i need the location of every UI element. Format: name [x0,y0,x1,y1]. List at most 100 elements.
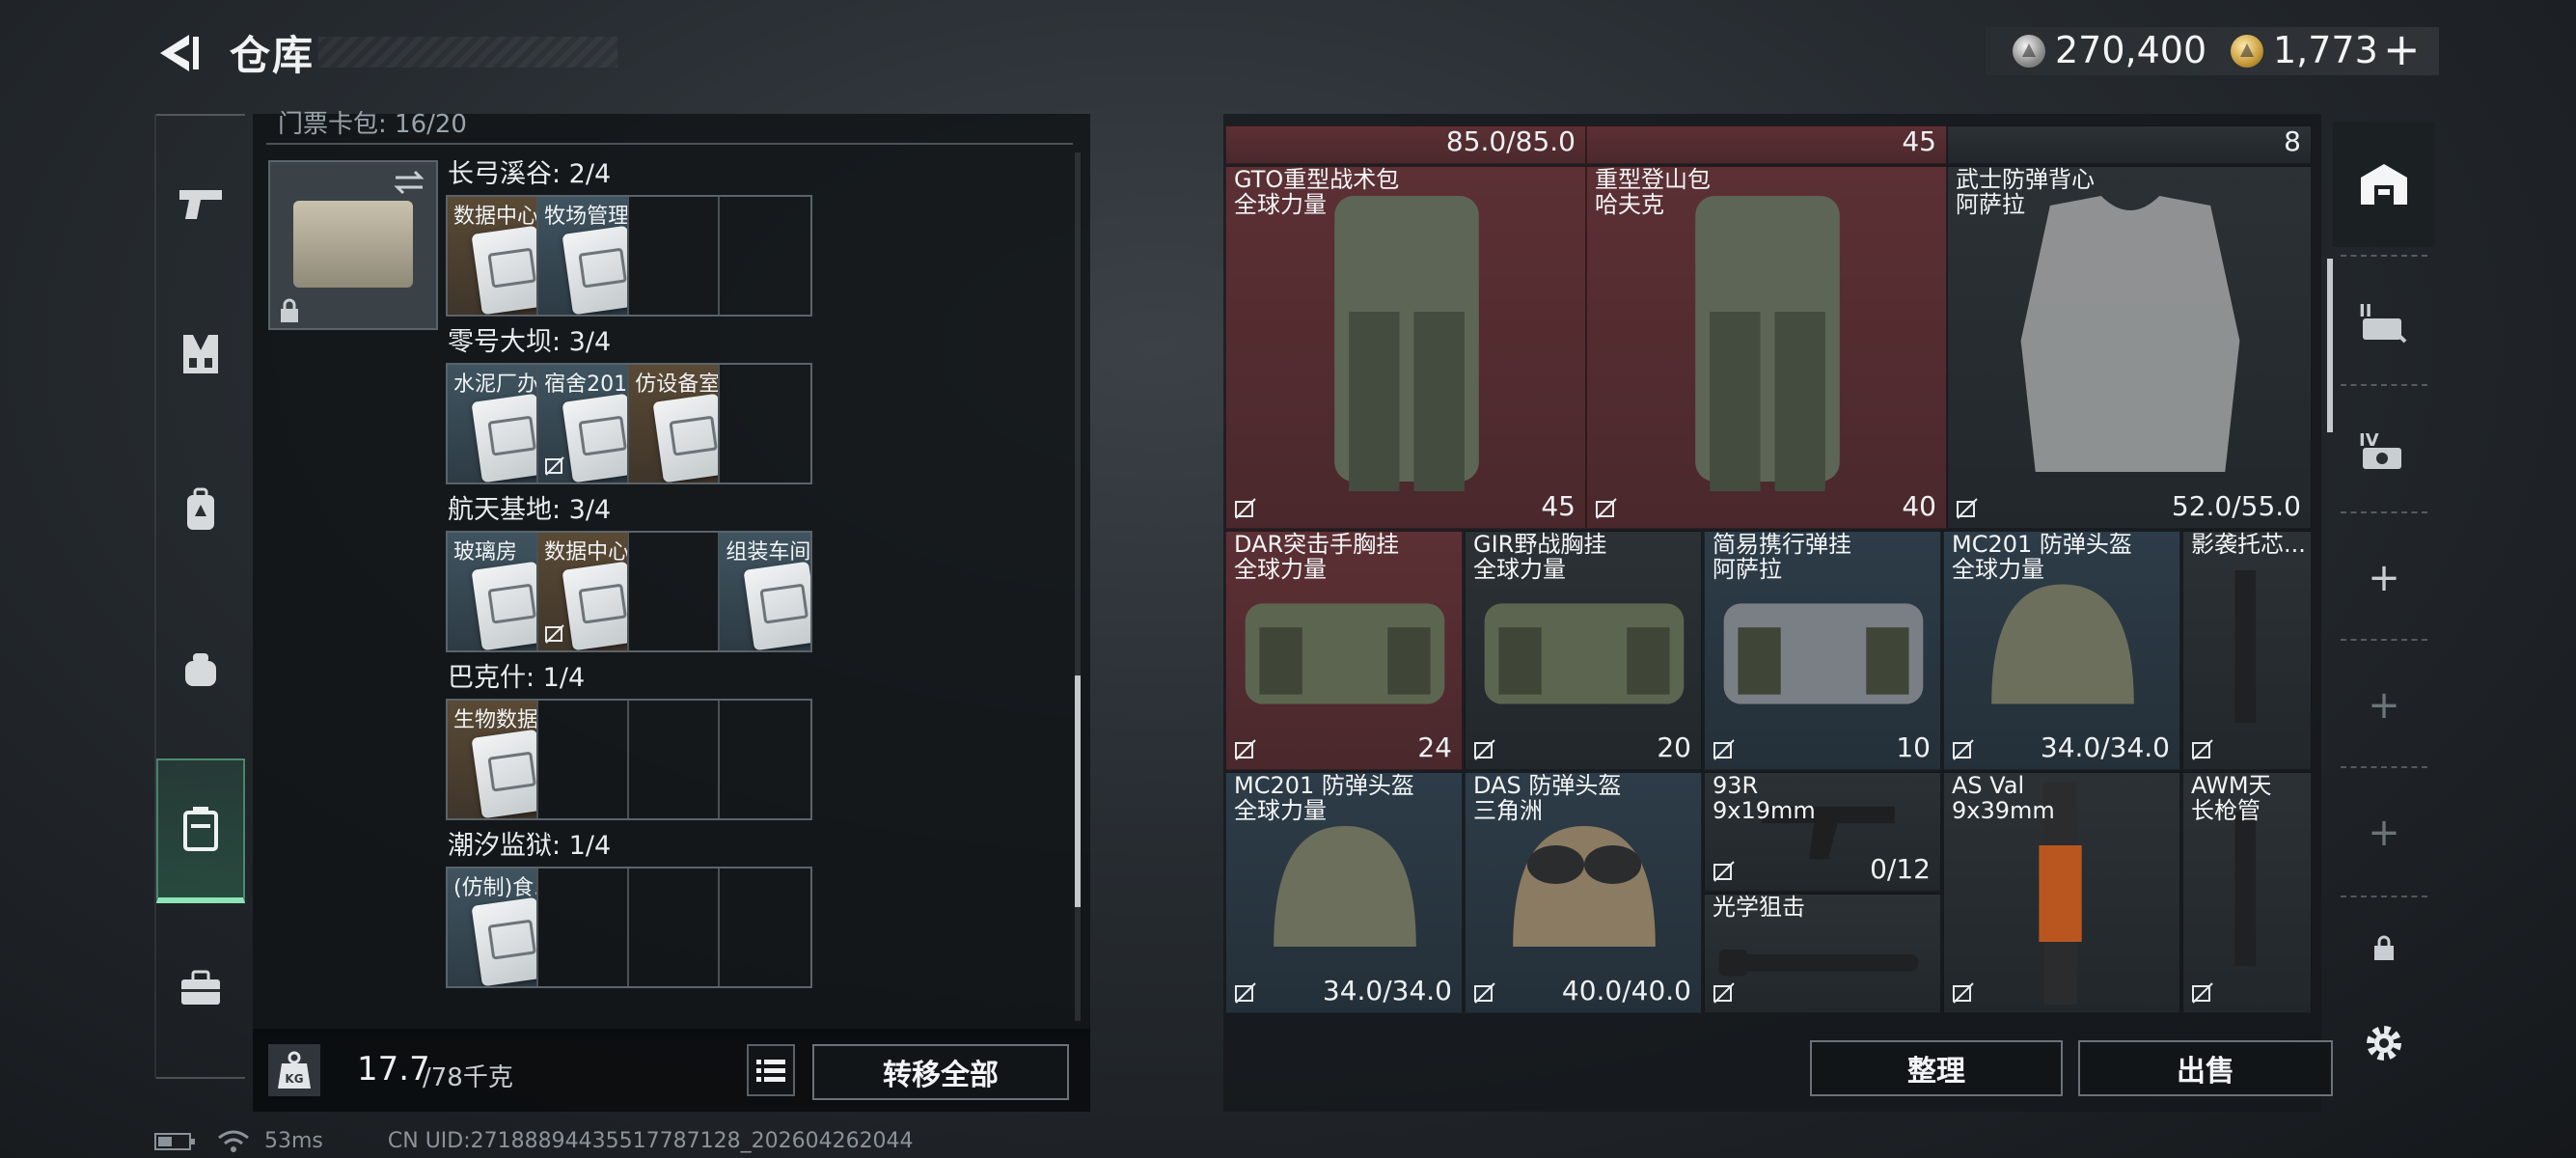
status-bar: 53ms CN UID:27188894435517787128_2026042… [154,1129,914,1153]
keycard-slot[interactable]: 数据中心 [538,533,630,650]
title-decoration [318,37,617,68]
stash-tab-main[interactable] [2333,122,2435,247]
map-group-title: 潮汐监狱: 1/4 [448,831,612,861]
item-title: DAS 防弹头盔 [1473,772,1622,799]
stash-item[interactable]: 8 [1947,125,2312,164]
stash-item[interactable]: AWM天 长枪管 [2182,772,2312,1013]
currency-bar: 270,400 1,773 + [1986,23,2439,75]
battery-icon [154,1133,195,1150]
map-group-title: 航天基地: 3/4 [448,495,612,525]
stash-home-icon [2361,164,2407,205]
keycard-case-container[interactable] [268,160,438,330]
stash-item[interactable]: 武士防弹背心 阿萨拉 52.0/55.0 [1947,166,2312,529]
stash-item[interactable]: GTO重型战术包 全球力量 45 [1225,166,1586,529]
stash-item[interactable]: 85.0/85.0 [1225,125,1586,164]
empty-keycard-slot[interactable] [629,868,721,986]
item-subtitle: 三角洲 [1473,797,1543,824]
locked-stash-tab[interactable] [2333,899,2435,996]
item-subtitle: 全球力量 [1473,556,1566,583]
keycard-slot[interactable]: 生物数据... [448,701,539,818]
back-button[interactable] [154,29,203,77]
item-image [1587,126,1947,164]
scrollbar-thumb[interactable] [1075,676,1081,907]
item-name: 93R 9x19mm [1713,773,1816,823]
nav-backpack[interactable] [156,438,245,583]
stash-item[interactable]: AS Val 9x39mm [1943,772,2180,1013]
item-stat: 40 [1902,490,1936,522]
keycard-slot[interactable]: 数据中心 [448,197,539,315]
keycard-slot[interactable]: 宿舍201 [538,365,630,482]
item-subtitle: 全球力量 [1234,556,1327,583]
keycard-icon [562,561,628,650]
nav-toolbox[interactable] [156,915,245,1060]
item-stat: 52.0/55.0 [2171,490,2301,522]
item-name: DAS 防弹头盔 三角洲 [1473,773,1621,823]
nav-weapons[interactable] [156,131,245,276]
item-stat: 85.0/85.0 [1445,125,1576,157]
toolbox-icon [181,970,220,1005]
empty-keycard-slot[interactable] [720,868,810,986]
item-stat: 24 [1417,731,1452,763]
stash-item[interactable]: MC201 防弹头盔 全球力量 34.0/34.0 [1943,531,2180,770]
keycard-slot[interactable]: 水泥厂办... [448,365,539,482]
item-title: 影袭托芯... [2191,531,2306,558]
empty-keycard-slot[interactable] [720,197,810,315]
empty-keycard-slot[interactable] [720,701,810,818]
stash-item[interactable]: 光学狙击 [1704,894,1941,1013]
nav-keycard-case[interactable] [156,758,245,903]
vest-icon [183,335,218,373]
settings-gear-icon [2367,1026,2401,1061]
item-subtitle: 9x39mm [1952,797,2055,824]
keycard-slot[interactable]: 仿设备室东 [629,365,721,482]
keycard-slot[interactable]: (仿制)食... [448,868,539,986]
keycard-icon [562,225,628,315]
stash-item[interactable]: 影袭托芯... [2182,531,2312,770]
item-stat: 34.0/34.0 [2040,731,2170,763]
nav-chest-rig[interactable] [156,282,245,427]
stash-item[interactable]: DAR突击手胸挂 全球力量 24 [1225,531,1463,770]
list-view-button[interactable] [747,1044,795,1096]
stash-item[interactable]: 简易携行弹挂 阿萨拉 10 [1704,531,1941,770]
pistol-icon [179,190,222,219]
stash-item[interactable]: 重型登山包 哈夫克 40 [1586,166,1947,529]
uninsured-icon [1235,982,1256,1004]
stash-item[interactable]: 45 [1586,125,1947,164]
keycard-slot[interactable]: 玻璃房 [448,533,539,650]
uninsured-icon [2192,739,2213,760]
settings-button[interactable] [2333,990,2435,1096]
empty-keycard-slot[interactable] [538,868,630,986]
item-stat: 10 [1896,731,1931,763]
item-name: MC201 防弹头盔 全球力量 [1952,532,2132,582]
empty-keycard-slot[interactable] [629,701,721,818]
empty-keycard-slot[interactable] [629,197,721,315]
keycard-slot[interactable]: 组装车间 [720,533,810,650]
transfer-all-button[interactable]: 转移全部 [812,1044,1069,1100]
uninsured-icon [2192,982,2213,1004]
add-stash-tab[interactable]: + [2333,643,2435,768]
list-icon [756,1060,785,1082]
sort-button[interactable]: 整理 [1810,1040,2063,1096]
stash-tab-4[interactable]: IV [2333,388,2435,513]
add-stash-tab[interactable]: + [2333,515,2435,641]
item-subtitle: 全球力量 [1234,191,1327,218]
empty-keycard-slot[interactable] [629,533,721,650]
keycard-slot[interactable]: 牧场管理房 [538,197,630,315]
stash-item[interactable]: 93R 9x19mm 0/12 [1704,772,1941,892]
sell-button[interactable]: 出售 [2078,1040,2333,1096]
add-currency-button[interactable]: + [2383,23,2421,75]
empty-keycard-slot[interactable] [720,365,810,482]
stash-tab-2[interactable]: II [2333,259,2435,384]
item-stat: 45 [1541,490,1576,522]
swap-icon[interactable] [390,168,428,197]
stash-item[interactable]: MC201 防弹头盔 全球力量 34.0/34.0 [1225,772,1463,1013]
add-stash-tab[interactable]: + [2333,770,2435,896]
keycard-icon [471,729,537,818]
gold-coin-icon [2231,35,2263,68]
stash-item[interactable]: DAS 防弹头盔 三角洲 40.0/40.0 [1465,772,1702,1013]
stash-item[interactable]: GIR野战胸挂 全球力量 20 [1465,531,1702,770]
uninsured-icon [1596,498,1617,519]
item-stat: 40.0/40.0 [1561,975,1691,1006]
nav-pouch[interactable] [156,596,245,741]
empty-keycard-slot[interactable] [538,701,630,818]
nav-divider [156,1077,245,1079]
